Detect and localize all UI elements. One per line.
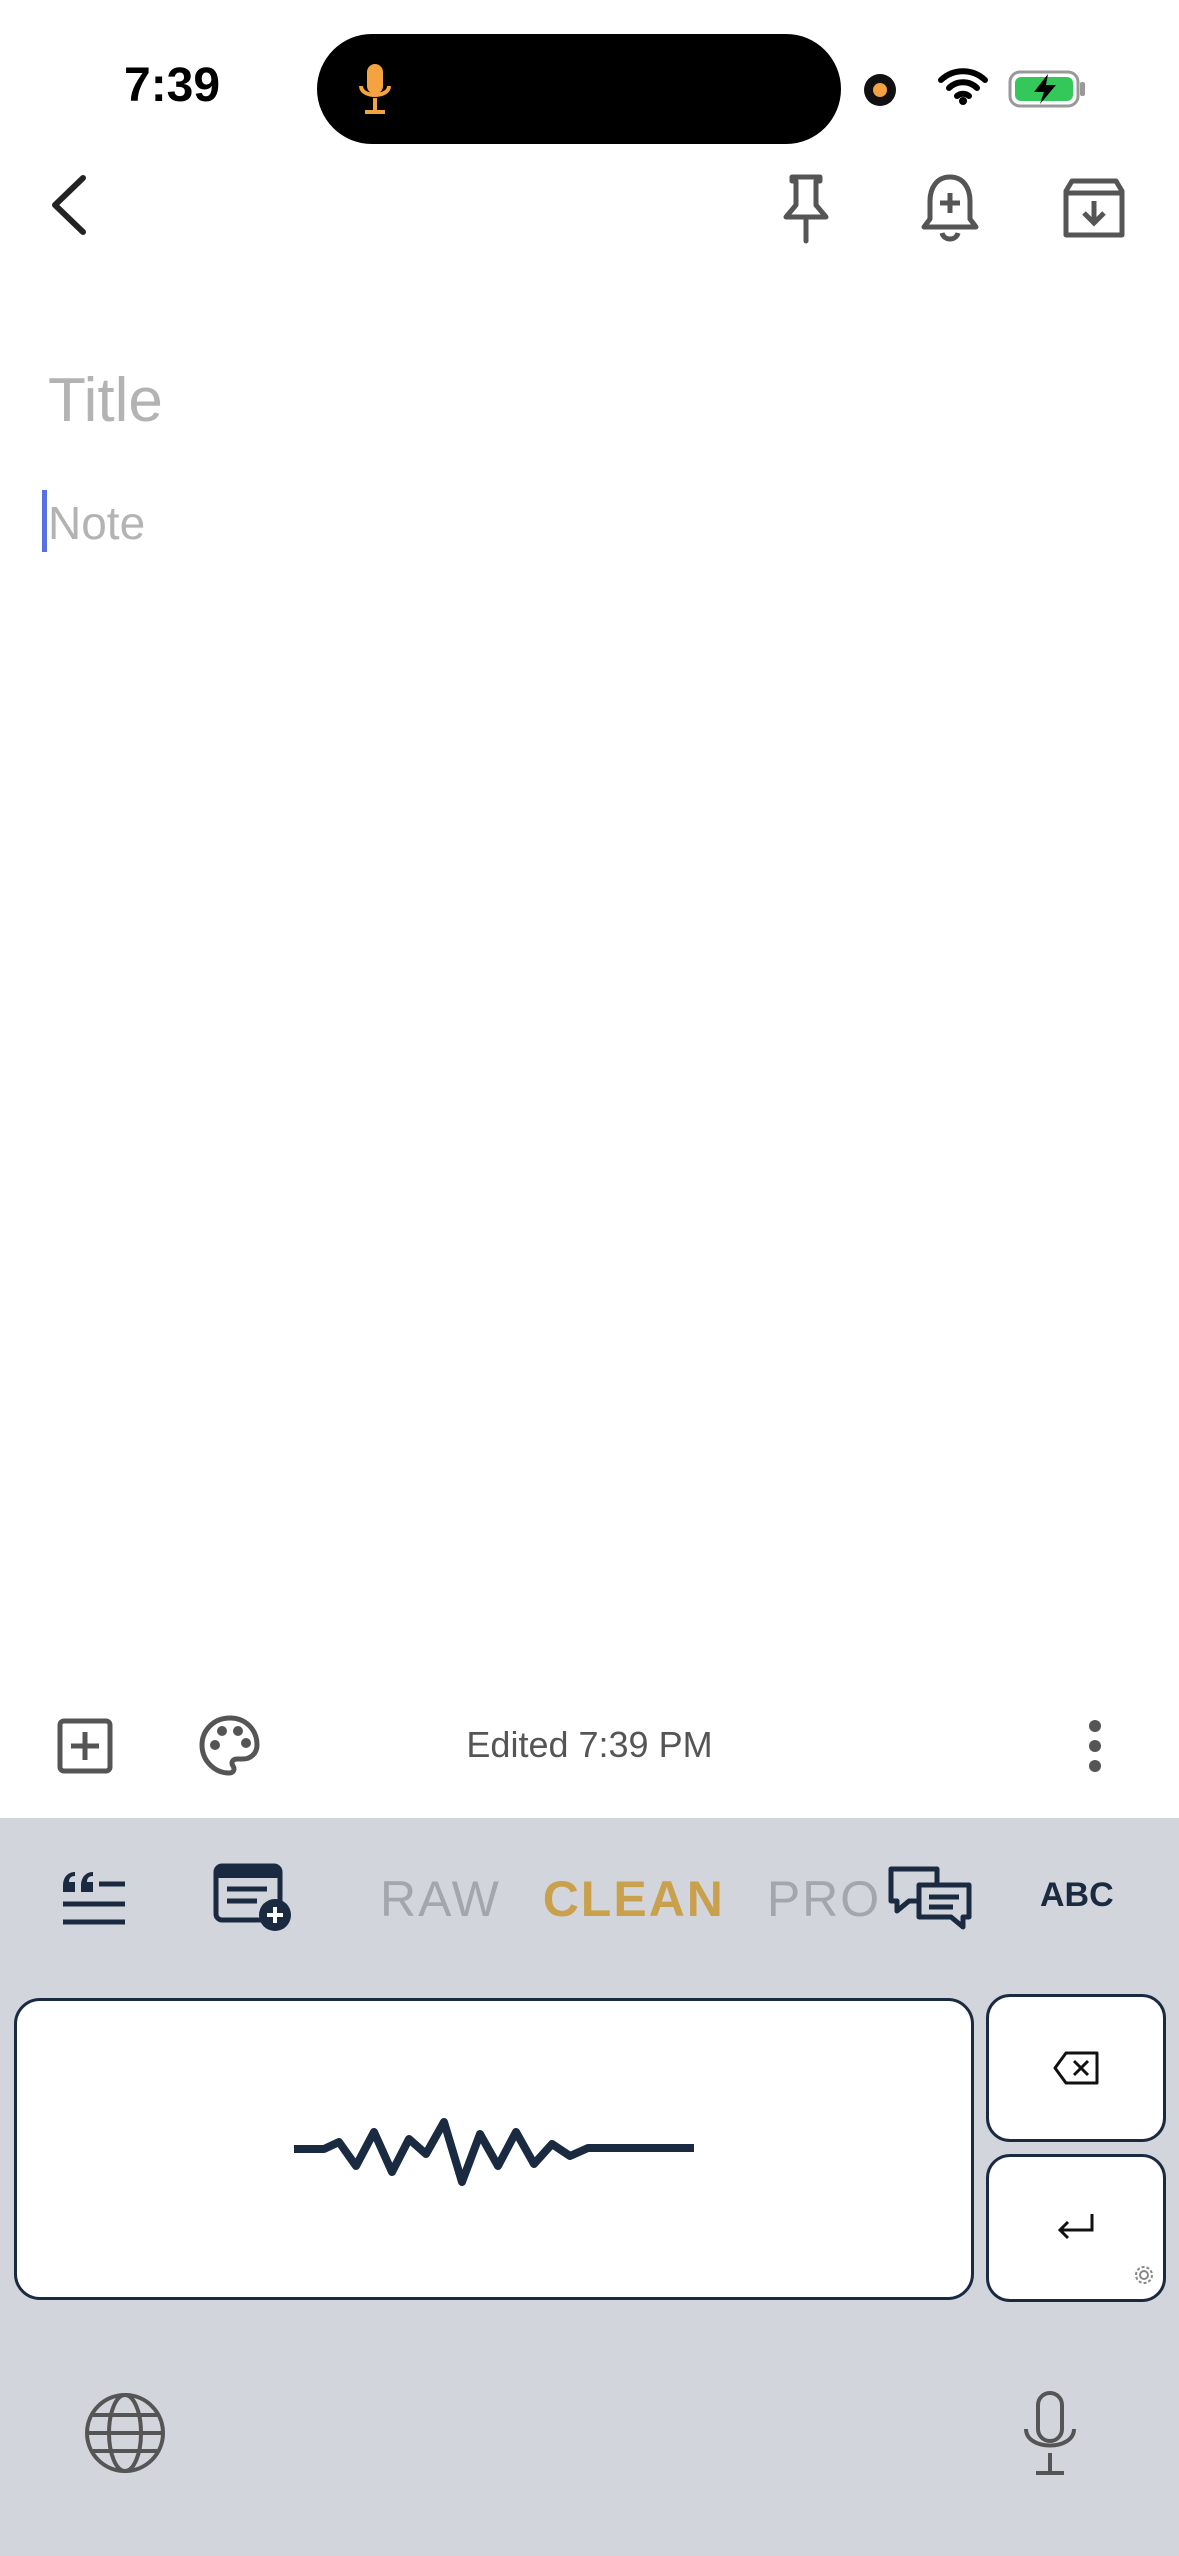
mode-clean[interactable]: CLEAN [543, 1870, 725, 1928]
note-input[interactable] [48, 488, 1048, 558]
globe-button[interactable] [80, 2388, 170, 2478]
title-input[interactable] [48, 360, 1048, 440]
bell-plus-icon [921, 174, 979, 242]
voice-record-pad[interactable] [14, 1998, 974, 2300]
more-vertical-icon [1089, 1720, 1101, 1772]
mode-raw[interactable]: RAW [380, 1870, 501, 1928]
waveform-icon [294, 2118, 694, 2186]
backspace-icon [1053, 2051, 1099, 2085]
chevron-left-icon [52, 175, 86, 235]
voice-keyboard: RAW CLEAN PRO ABC [0, 1818, 1179, 2556]
text-cursor [42, 490, 47, 552]
mode-pro[interactable]: PRO [767, 1870, 881, 1928]
archive-icon [1063, 178, 1125, 238]
back-button[interactable] [30, 160, 110, 250]
return-key[interactable] [986, 2154, 1166, 2302]
gear-icon [1133, 2264, 1155, 2291]
wifi-icon [938, 66, 988, 111]
reminder-button[interactable] [910, 164, 990, 254]
microphone-icon [1024, 2391, 1076, 2475]
microphone-active-icon [357, 62, 393, 123]
chat-icon [888, 1866, 972, 1930]
new-note-button[interactable] [210, 1858, 298, 1938]
battery-charging-icon [1008, 68, 1088, 115]
pin-icon [783, 174, 829, 244]
edited-timestamp: Edited 7:39 PM [466, 1724, 713, 1765]
dynamic-island [317, 34, 841, 144]
note-add-icon [213, 1863, 291, 1931]
more-options-button[interactable] [1074, 1706, 1116, 1786]
quote-icon [63, 1872, 125, 1925]
archive-button[interactable] [1054, 164, 1134, 254]
delete-key[interactable] [986, 1994, 1166, 2142]
abc-keyboard-button[interactable]: ABC [1040, 1876, 1114, 1915]
quote-button[interactable] [52, 1858, 136, 1938]
privacy-indicator-dot [864, 74, 896, 106]
return-icon [1057, 2214, 1094, 2240]
status-time: 7:39 [124, 59, 221, 112]
chat-button[interactable] [882, 1858, 978, 1938]
microphone-button[interactable] [1010, 2384, 1090, 2484]
pin-button[interactable] [766, 164, 846, 254]
globe-icon [85, 2393, 165, 2473]
mode-selector: RAW CLEAN PRO [380, 1870, 907, 1928]
